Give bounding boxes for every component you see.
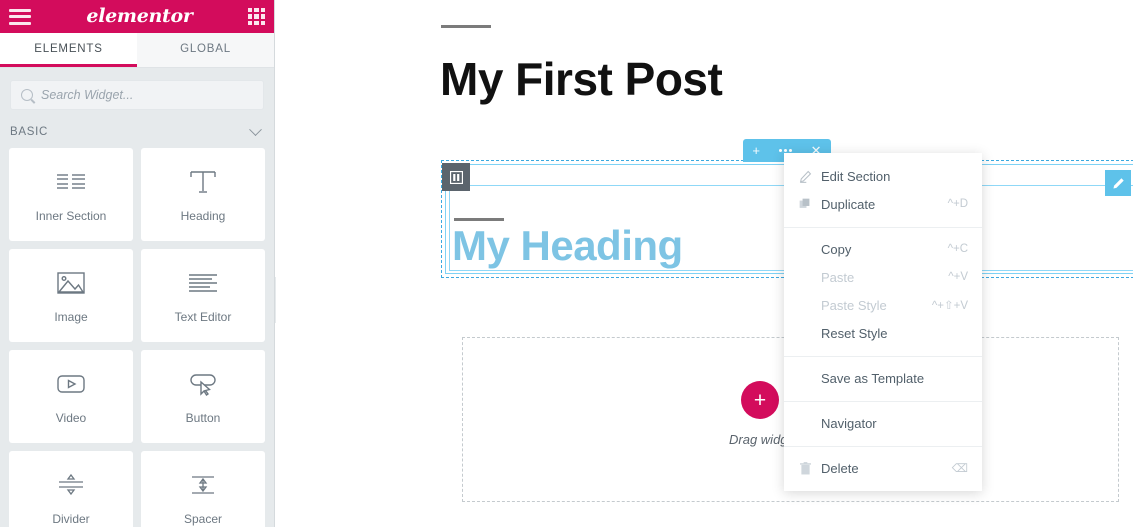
category-title: BASIC [10,126,49,138]
elementor-logo: elementor [86,4,193,27]
context-menu-group: Navigator [784,409,982,447]
hamburger-icon[interactable] [9,8,31,25]
menu-item-shortcut: ^+C [947,243,968,255]
context-menu-group: Delete ⌫ [784,454,982,482]
menu-item-label: Paste [821,269,855,285]
widget-label: Spacer [183,511,223,526]
menu-item-shortcut: ^+D [947,198,968,210]
search-input[interactable] [41,88,253,102]
menu-item-label: Edit Section [821,168,891,184]
menu-item-reset-style[interactable]: Reset Style [784,319,982,347]
widget-image[interactable]: Image [9,249,133,342]
editor-canvas: My First Post My Heading + ✕ + Drag widg… [276,0,1133,527]
widget-label: Button [185,410,221,425]
tab-global[interactable]: GLOBAL [137,33,274,67]
heading-t-icon [186,167,220,197]
menu-item-label: Paste Style [821,297,887,313]
widget-grid: Inner Section Heading Image Text Editor … [0,148,274,527]
widget-text-editor[interactable]: Text Editor [141,249,265,342]
widget-label: Heading [180,208,226,223]
spacer-icon [186,470,220,500]
context-menu-group: Copy ^+C Paste ^+V Paste Style ^+⇧+V Res… [784,235,982,357]
button-cursor-icon [186,369,220,399]
plus-icon[interactable]: + [752,144,760,157]
menu-item-shortcut: ^+⇧+V [931,300,968,312]
widget-spacer[interactable]: Spacer [141,451,265,527]
panel-header: elementor [0,0,274,33]
heading-divider [454,218,504,221]
widget-button[interactable]: Button [141,350,265,443]
search-area [0,68,274,120]
menu-item-duplicate[interactable]: Duplicate ^+D [784,190,982,218]
widget-label: Text Editor [174,309,232,324]
text-editor-icon [186,268,220,298]
widget-label: Video [55,410,87,425]
column-handle[interactable] [442,163,470,191]
chevron-down-icon [249,122,262,136]
apps-grid-icon[interactable] [248,8,265,25]
drag-dots-icon[interactable] [778,149,792,152]
menu-item-label: Delete [821,460,859,476]
elementor-editor: elementor ELEMENTS GLOBAL BASIC [0,0,1133,527]
widget-label: Inner Section [35,208,107,223]
search-widget-box[interactable] [10,80,264,110]
menu-item-label: Reset Style [821,325,888,341]
widget-panel: elementor ELEMENTS GLOBAL BASIC [0,0,275,527]
image-icon [54,268,88,298]
section-context-menu[interactable]: Edit Section Duplicate ^+D Copy ^+C Past… [784,153,982,491]
menu-item-label: Duplicate [821,196,876,212]
page-title: My First Post [440,53,723,105]
section-edit-badge[interactable] [1105,170,1131,196]
menu-item-label: Copy [821,241,852,257]
context-menu-group: Save as Template [784,364,982,402]
menu-item-navigator[interactable]: Navigator [784,409,982,437]
divider-icon [54,470,88,500]
widget-inner-section[interactable]: Inner Section [9,148,133,241]
add-widget-button[interactable]: + [741,381,779,419]
menu-item-delete[interactable]: Delete ⌫ [784,454,982,482]
pencil-icon [798,169,812,183]
widget-divider[interactable]: Divider [9,451,133,527]
menu-item-copy[interactable]: Copy ^+C [784,235,982,263]
tab-elements[interactable]: ELEMENTS [0,33,137,67]
menu-item-shortcut: ⌫ [951,463,968,475]
widget-label: Divider [52,511,90,526]
menu-item-label: Navigator [821,415,877,431]
menu-item-save-as-template[interactable]: Save as Template [784,364,982,392]
heading-widget-text[interactable]: My Heading [452,222,683,270]
post-title-divider [441,25,491,28]
menu-item-edit-section[interactable]: Edit Section [784,162,982,190]
widget-label: Image [54,309,88,324]
menu-item-shortcut: ^+V [948,271,968,283]
widget-video[interactable]: Video [9,350,133,443]
duplicate-icon [798,197,812,211]
columns-icon [449,170,463,184]
trash-icon [798,461,812,475]
video-play-icon [54,369,88,399]
context-menu-group: Edit Section Duplicate ^+D [784,162,982,228]
panel-tabs: ELEMENTS GLOBAL [0,33,274,68]
category-basic-header[interactable]: BASIC [0,120,274,148]
search-icon [21,89,33,101]
widget-heading[interactable]: Heading [141,148,265,241]
menu-item-paste-style: Paste Style ^+⇧+V [784,291,982,319]
inner-section-icon [54,167,88,197]
menu-item-paste: Paste ^+V [784,263,982,291]
pencil-icon [1112,177,1124,189]
menu-item-label: Save as Template [821,370,925,386]
